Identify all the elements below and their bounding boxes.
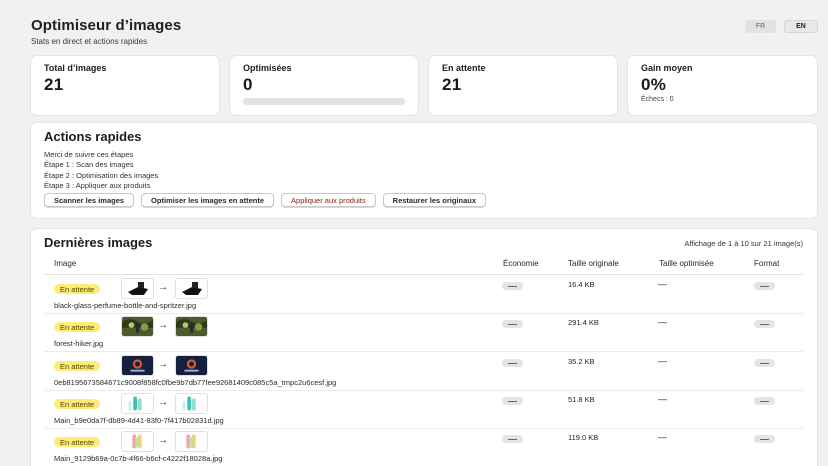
original-thumbnail	[121, 393, 154, 414]
stat-value: 0	[243, 75, 253, 94]
action-buttons: Scanner les images Optimiser les images …	[44, 193, 487, 207]
step-2: Étape 2 : Optimisation des images	[44, 170, 159, 180]
arrow-right-icon: →	[158, 359, 168, 370]
stat-label: En attente	[442, 63, 486, 73]
file-name: 0eb8195673584671c9008f858fc0fbe9b7db77fe…	[54, 378, 337, 387]
stat-value: 21	[44, 75, 64, 94]
saving-empty-pill	[502, 359, 523, 367]
arrow-right-icon: →	[158, 397, 168, 408]
optimized-size: —	[658, 432, 667, 442]
table-row[interactable]: En attente → black-glass-perfume-bottle-…	[44, 276, 803, 314]
arrow-right-icon: →	[158, 435, 168, 446]
scan-images-button[interactable]: Scanner les images	[44, 193, 135, 207]
table-header: Image Économie Taille originale Taille o…	[44, 256, 803, 275]
original-size: 35.2 KB	[568, 357, 595, 366]
steps-intro: Merci de suivre ces étapes	[44, 150, 134, 159]
optimized-size: —	[658, 317, 667, 327]
optimized-size: —	[658, 394, 667, 404]
saving-empty-pill	[502, 435, 523, 443]
optimized-thumbnail	[175, 431, 208, 452]
quick-actions-card: Actions rapides Merci de suivre ces étap…	[31, 123, 817, 218]
stat-card-gain: Gain moyen 0% Échecs : 0	[628, 56, 817, 115]
language-en-button[interactable]: EN	[784, 20, 818, 33]
saving-empty-pill	[502, 282, 523, 290]
stat-value: 21	[442, 75, 462, 94]
file-name: Main_9129b69a-0c7b-4f66-b6cf-c4222f18028…	[54, 454, 223, 463]
saving-empty-pill	[502, 397, 523, 405]
table-row[interactable]: En attente → Main_b9e0da7f-db89-4d41-83f…	[44, 391, 803, 429]
optimized-size: —	[658, 356, 667, 366]
stat-card-pending: En attente 21	[429, 56, 617, 115]
original-size: 51.8 KB	[568, 395, 595, 404]
page-header: Optimiseur d’images Stats en direct et a…	[31, 17, 818, 47]
column-original-size: Taille originale	[568, 259, 619, 268]
file-name: forest-hiker.jpg	[54, 339, 104, 348]
original-thumbnail	[121, 316, 154, 337]
optimized-progress-bar	[243, 98, 405, 105]
original-thumbnail	[121, 431, 154, 452]
stat-value: 0%	[641, 75, 667, 94]
table-row[interactable]: En attente → 0eb8195673584671c9008f858fc…	[44, 353, 803, 391]
stat-label: Gain moyen	[641, 63, 693, 73]
column-image: Image	[54, 259, 77, 268]
arrow-right-icon: →	[158, 320, 168, 331]
format-empty-pill	[754, 397, 775, 405]
restore-originals-button[interactable]: Restaurer les originaux	[382, 193, 487, 207]
original-thumbnail	[121, 278, 154, 299]
stat-card-optimized: Optimisées 0	[230, 56, 418, 115]
stat-label: Total d’images	[44, 63, 107, 73]
optimized-thumbnail	[175, 393, 208, 414]
language-fr-button[interactable]: FR	[745, 20, 776, 33]
latest-images-card: Dernières images Affichage de 1 à 10 sur…	[31, 229, 817, 466]
failures-count: Échecs : 0	[641, 96, 674, 103]
format-empty-pill	[754, 435, 775, 443]
step-3: Étape 3 : Appliquer aux produits	[44, 180, 151, 190]
optimize-pending-button[interactable]: Optimiser les images en attente	[141, 193, 275, 207]
apply-to-products-button[interactable]: Appliquer aux produits	[281, 193, 376, 207]
column-optimized-size: Taille optimisée	[659, 259, 714, 268]
arrow-right-icon: →	[158, 282, 168, 293]
status-badge: En attente	[54, 361, 101, 371]
original-size: 16.4 KB	[568, 280, 595, 289]
column-saving: Économie	[503, 259, 539, 268]
step-1: Étape 1 : Scan des images	[44, 160, 134, 170]
stat-label: Optimisées	[243, 63, 292, 73]
page-subtitle: Stats en direct et actions rapides	[31, 37, 148, 46]
status-badge: En attente	[54, 322, 101, 332]
optimized-size: —	[658, 279, 667, 289]
file-name: Main_b9e0da7f-db89-4d41-83f0-7f417b02831…	[54, 416, 224, 425]
status-badge: En attente	[54, 437, 101, 447]
column-format: Format	[754, 259, 780, 268]
pagination-summary: Affichage de 1 à 10 sur 21 image(s)	[684, 239, 803, 248]
table-row[interactable]: En attente → forest-hiker.jpg 291.4 KB —	[44, 314, 803, 352]
original-size: 291.4 KB	[568, 318, 599, 327]
format-empty-pill	[754, 320, 775, 328]
original-size: 119.0 KB	[568, 433, 599, 442]
page-title: Optimiseur d’images	[31, 17, 182, 34]
original-thumbnail	[121, 355, 154, 376]
format-empty-pill	[754, 282, 775, 290]
steps-list: Merci de suivre ces étapes Étape 1 : Sca…	[44, 150, 817, 191]
stat-card-total: Total d’images 21	[31, 56, 219, 115]
file-name: black-glass-perfume-bottle-and-spritzer.…	[54, 301, 197, 310]
quick-actions-title: Actions rapides	[44, 129, 142, 144]
optimized-thumbnail	[175, 355, 208, 376]
optimized-thumbnail	[175, 278, 208, 299]
status-badge: En attente	[54, 284, 101, 294]
optimized-thumbnail	[175, 316, 208, 337]
saving-empty-pill	[502, 320, 523, 328]
status-badge: En attente	[54, 399, 101, 409]
table-row[interactable]: En attente → Main_9129b69a-0c7b-4f66-b6c…	[44, 429, 803, 466]
format-empty-pill	[754, 359, 775, 367]
